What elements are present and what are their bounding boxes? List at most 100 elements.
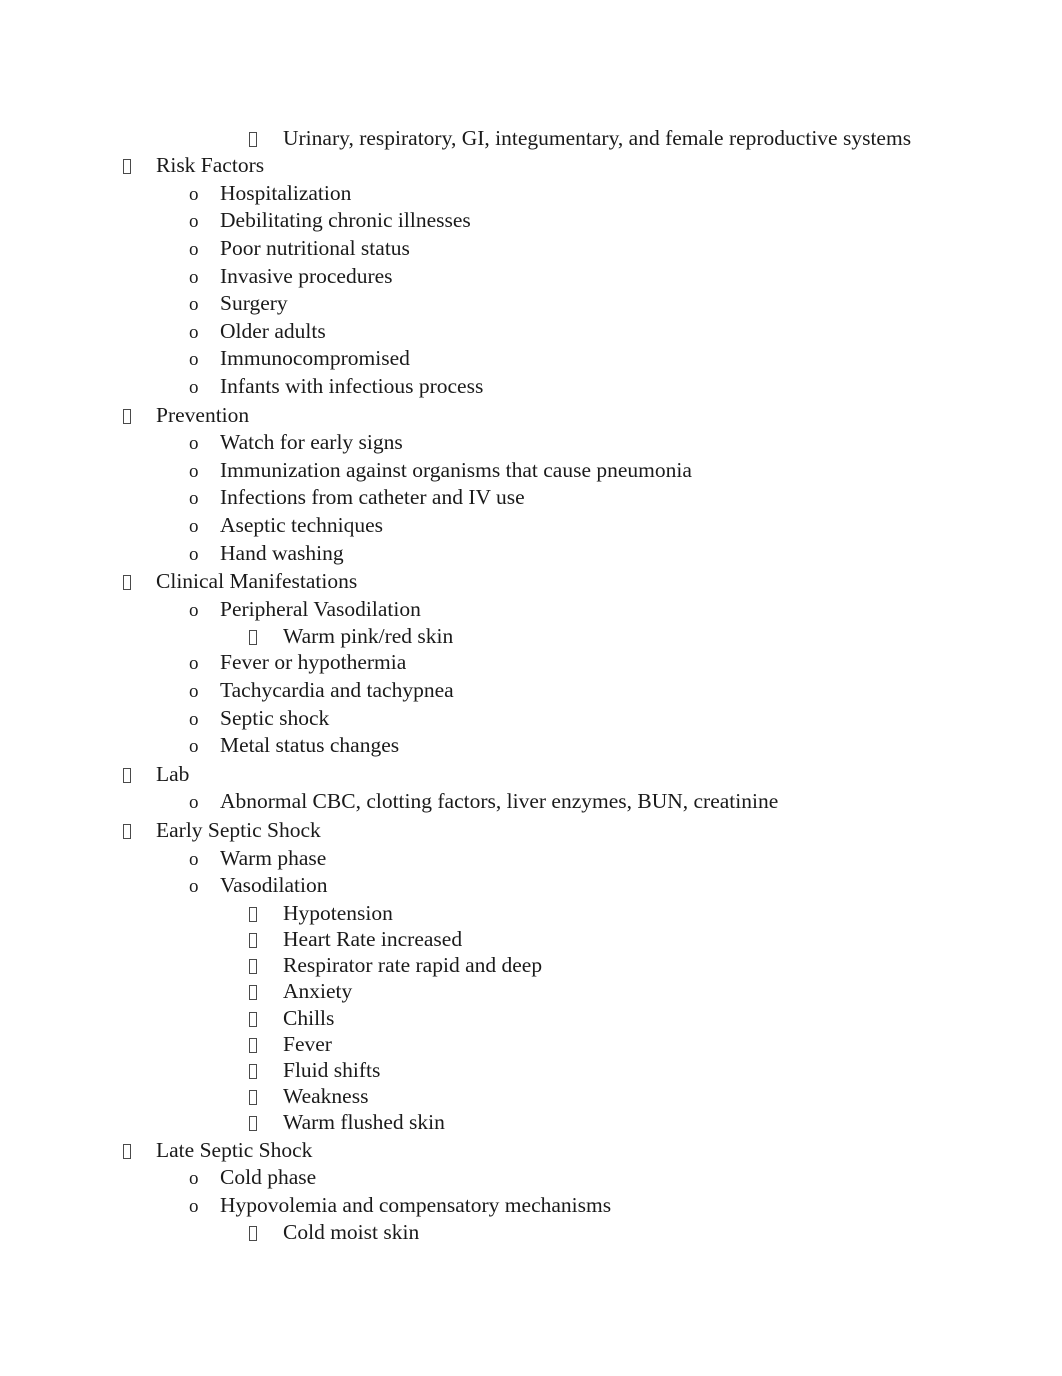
box-bullet-icon: [249, 902, 283, 928]
outline-item-level-3: Warm flushed skin: [0, 1109, 1062, 1135]
outline-item-text: Weakness: [283, 1084, 369, 1109]
o-bullet-icon: o: [189, 266, 199, 288]
o-bullet-icon: o: [189, 876, 199, 898]
outline-item-text: Abnormal CBC, clotting factors, liver en…: [220, 789, 779, 814]
o-bullet-icon: o: [189, 433, 199, 455]
outline-item-text: Older adults: [220, 318, 326, 343]
outline-item-level-2: o Infants with infectious process: [0, 373, 1062, 401]
outline-item-level-3: Hypotension: [0, 900, 1062, 926]
box-bullet-icon: [249, 1059, 283, 1085]
box-bullet-glyph: [123, 159, 131, 175]
outline-item-level-2: o Infections from catheter and IV use: [0, 484, 1062, 512]
box-bullet-glyph: [249, 1226, 257, 1242]
o-bullet-icon: o: [189, 708, 199, 730]
box-bullet-glyph: [123, 824, 131, 840]
outline-item-text: Lab: [156, 761, 190, 786]
outline-item-text: Hospitalization: [220, 180, 352, 205]
outline-item-text: Tachycardia and tachypnea: [220, 678, 454, 703]
box-bullet-glyph: [249, 1011, 257, 1027]
outline-item-level-3: Urinary, respiratory, GI, integumentary,…: [0, 125, 1062, 151]
box-bullet-icon: [123, 762, 156, 790]
outline-item-level-1: Clinical Manifestations: [0, 568, 1062, 596]
box-bullet-glyph: [249, 1090, 257, 1106]
outline-item-text: Warm pink/red skin: [283, 624, 454, 649]
outline-item-level-3: Heart Rate increased: [0, 926, 1062, 952]
box-bullet-icon: [249, 1085, 283, 1111]
outline-item-level-3: Cold moist skin: [0, 1219, 1062, 1245]
outline-item-text: Fever: [283, 1031, 332, 1056]
outline-item-text: Hand washing: [220, 540, 344, 565]
outline-item-level-2: o Surgery: [0, 290, 1062, 318]
outline-item-text: Vasodilation: [220, 873, 328, 898]
box-bullet-icon: [249, 127, 283, 153]
outline-item-text: Fluid shifts: [283, 1057, 381, 1082]
outline-item-text: Immunization against organisms that caus…: [220, 457, 692, 482]
outline-item-text: Immunocompromised: [220, 346, 410, 371]
box-bullet-icon: [249, 954, 283, 980]
box-bullet-glyph: [249, 1116, 257, 1132]
outline-item-text: Anxiety: [283, 979, 353, 1004]
box-bullet-glyph: [249, 906, 257, 922]
box-bullet-glyph: [249, 959, 257, 975]
outline-item-level-3: Fluid shifts: [0, 1057, 1062, 1083]
outline-item-level-3: Warm pink/red skin: [0, 623, 1062, 649]
outline-item-text: Poor nutritional status: [220, 235, 410, 260]
o-bullet-icon: o: [189, 294, 199, 316]
o-bullet-icon: o: [189, 515, 199, 537]
o-bullet-icon: o: [189, 792, 199, 814]
o-bullet-icon: o: [189, 599, 199, 621]
outline-item-level-2: o Older adults: [0, 318, 1062, 346]
outline-item-level-2: o Hospitalization: [0, 180, 1062, 208]
outline-item-text: Clinical Manifestations: [156, 569, 358, 594]
o-bullet-icon: o: [189, 653, 199, 675]
outline-item-level-2: o Septic shock: [0, 705, 1062, 733]
o-bullet-icon: o: [189, 211, 199, 233]
box-bullet-icon: [123, 403, 156, 431]
outline-item-text: Hypovolemia and compensatory mechanisms: [220, 1192, 612, 1217]
outline-item-text: Respirator rate rapid and deep: [283, 953, 543, 978]
outline-item-text: Cold phase: [220, 1165, 317, 1190]
outline-item-level-2: o Peripheral Vasodilation: [0, 596, 1062, 624]
outline-item-level-2: o Aseptic techniques: [0, 512, 1062, 540]
outline-item-level-2: o Hand washing: [0, 540, 1062, 568]
outline-item-level-1: Early Septic Shock: [0, 817, 1062, 845]
box-bullet-glyph: [249, 985, 257, 1001]
outline-item-level-1: Lab: [0, 761, 1062, 789]
outline-item-text: Watch for early signs: [220, 430, 403, 455]
outline-item-text: Warm phase: [220, 845, 327, 870]
outline-item-level-3: Fever: [0, 1031, 1062, 1057]
box-bullet-icon: [123, 153, 156, 181]
outline-item-text: Fever or hypothermia: [220, 650, 407, 675]
outline-item-text: Risk Factors: [156, 153, 265, 178]
outline-item-text: Invasive procedures: [220, 263, 393, 288]
box-bullet-icon: [249, 625, 283, 651]
outline-item-text: Early Septic Shock: [156, 818, 321, 843]
box-bullet-glyph: [249, 1063, 257, 1079]
outline-item-text: Surgery: [220, 291, 288, 316]
outline-item-level-2: o Immunization against organisms that cau…: [0, 457, 1062, 485]
box-bullet-glyph: [249, 132, 257, 147]
outline-item-level-2: o Abnormal CBC, clotting factors, liver e…: [0, 788, 1062, 816]
outline-item-level-3: Chills: [0, 1005, 1062, 1031]
box-bullet-glyph: [249, 1037, 257, 1053]
o-bullet-icon: o: [189, 321, 199, 343]
box-bullet-glyph: [123, 575, 131, 591]
outline-item-level-3: Anxiety: [0, 978, 1062, 1004]
outline-item-level-2: o Metal status changes: [0, 732, 1062, 760]
outline-item-level-2: o Warm phase: [0, 845, 1062, 873]
box-bullet-glyph: [123, 1143, 131, 1159]
outline-item-level-2: o Fever or hypothermia: [0, 649, 1062, 677]
o-bullet-icon: o: [189, 238, 199, 260]
outline-item-text: Peripheral Vasodilation: [220, 596, 421, 621]
outline-item-text: Late Septic Shock: [156, 1137, 313, 1162]
outline-item-level-2: o Hypovolemia and compensatory mechanisms: [0, 1192, 1062, 1220]
outline-item-text: Metal status changes: [220, 733, 400, 758]
box-bullet-icon: [249, 1007, 283, 1033]
o-bullet-icon: o: [189, 349, 199, 371]
outline-item-text: Chills: [283, 1005, 335, 1030]
outline-item-level-2: o Invasive procedures: [0, 263, 1062, 291]
outline-item-text: Warm flushed skin: [283, 1110, 445, 1135]
o-bullet-icon: o: [189, 736, 199, 758]
outline-item-text: Infections from catheter and IV use: [220, 485, 525, 510]
o-bullet-icon: o: [189, 848, 199, 870]
